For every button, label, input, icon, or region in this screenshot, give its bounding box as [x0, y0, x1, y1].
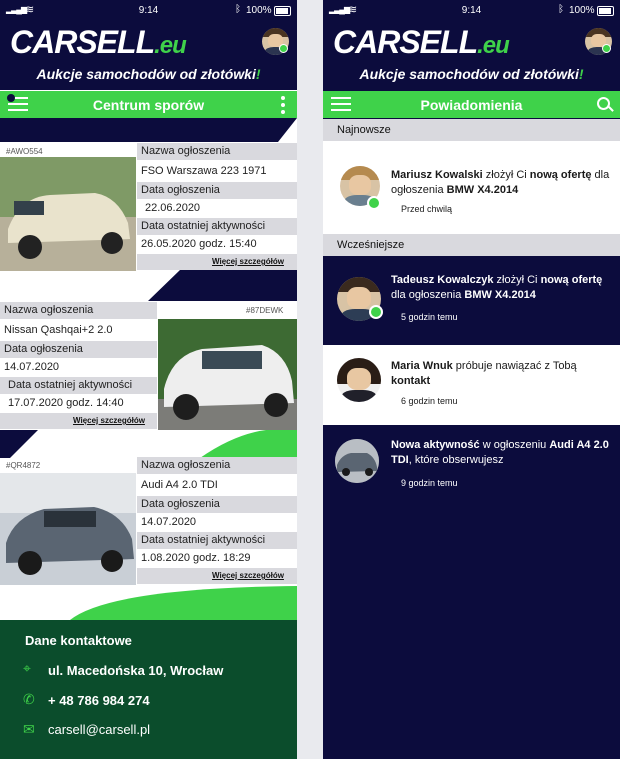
- vintage-car-photo: [0, 157, 136, 271]
- notif-action: kontakt: [391, 375, 431, 387]
- name-value: FSO Warszawa 223 1971: [137, 161, 297, 181]
- online-status-icon: [602, 44, 611, 53]
- online-status-icon: [279, 44, 288, 53]
- notif-text: dla ogłoszenia: [391, 289, 465, 301]
- notif-text: złożył Ci: [482, 169, 530, 181]
- date-value: 22.06.2020: [141, 200, 297, 217]
- phone-icon: ✆: [23, 691, 35, 707]
- name-label: Nazwa ogłoszenia: [137, 143, 297, 160]
- listing-card[interactable]: #QR4872 Nazwa ogłoszenia Audi A4 2.0 TDI…: [0, 457, 297, 585]
- status-bar: ▂▃▄▆ ≋ 9:14 ᛒ 100%: [0, 0, 297, 22]
- notif-action: nową ofertę: [540, 274, 603, 286]
- section-header-newest: Najnowsze: [323, 119, 620, 141]
- contact-section: Dane kontaktowe ⌖ ul. Macedońska 10, Wro…: [0, 620, 297, 759]
- sender-avatar: [337, 358, 381, 402]
- status-bar: ▂▃▄▆ ≋ 9:14 ᛒ 100%: [323, 0, 620, 22]
- more-details-link[interactable]: Więcej szczegółów: [73, 416, 145, 425]
- logo-suffix-text: .eu: [477, 32, 510, 59]
- date-value: 14.07.2020: [137, 514, 297, 531]
- notif-time: Przed chwilą: [401, 204, 453, 214]
- notification-item[interactable]: Mariusz Kowalski złożył Ci nową ofertę d…: [323, 141, 620, 234]
- date-label: Data ogłoszenia: [137, 496, 297, 513]
- tagline: Aukcje samochodów od złotówki!: [0, 66, 297, 82]
- name-value: Nissan Qashqai+2 2.0: [0, 320, 157, 341]
- notif-text: złożył Ci: [493, 274, 541, 286]
- activity-label: Data ostatniej aktywności: [137, 218, 297, 235]
- logo[interactable]: CARSELL.eu: [333, 24, 510, 61]
- listing-id: #87DEWK: [246, 306, 284, 315]
- notif-listing: BMW X4.2014: [446, 184, 519, 196]
- app-header: CARSELL.eu Aukcje samochodów od złotówki…: [0, 22, 297, 90]
- listing-id: #AWO554: [6, 147, 43, 156]
- contact-phone[interactable]: + 48 786 984 274: [48, 693, 150, 708]
- title-bar: Centrum sporów: [0, 91, 297, 118]
- listing-card[interactable]: #AWO554 Nazwa ogłoszenia FSO Warszawa 22…: [0, 143, 297, 271]
- bluetooth-icon: ᛒ: [558, 4, 564, 15]
- date-value: 14.07.2020: [0, 359, 157, 376]
- notification-item[interactable]: Maria Wnuk próbuje nawiązać z Tobą konta…: [323, 345, 620, 425]
- notif-action: nową ofertę: [529, 169, 592, 181]
- tagline-text: Aukcje samochodów od złotówki: [36, 66, 256, 82]
- listing-card[interactable]: Nazwa ogłoszenia #87DEWK Nissan Qashqai+…: [0, 302, 297, 430]
- contact-email[interactable]: carsell@carsell.pl: [48, 722, 150, 737]
- activity-value: 17.07.2020 godz. 14:40: [0, 395, 157, 412]
- notif-text: , które obserwujesz: [408, 454, 504, 466]
- online-status-icon: [367, 196, 381, 210]
- notif-sender: Tadeusz Kowalczyk: [391, 274, 494, 286]
- car-thumbnail: [335, 439, 379, 483]
- name-label: Nazwa ogłoszenia: [0, 302, 157, 319]
- name-value: Audi A4 2.0 TDI: [137, 475, 297, 495]
- title-bar: Powiadomienia: [323, 91, 620, 118]
- battery-icon: [597, 6, 614, 16]
- app-header: CARSELL.eu Aukcje samochodów od złotówki…: [323, 22, 620, 90]
- tagline-text: Aukcje samochodów od złotówki: [359, 66, 579, 82]
- notif-time: 5 godzin temu: [401, 312, 458, 322]
- battery-percent: 100%: [246, 5, 272, 16]
- more-details-link[interactable]: Więcej szczegółów: [212, 257, 284, 266]
- activity-label: Data ostatniej aktywności: [137, 532, 297, 549]
- page-title: Powiadomienia: [420, 97, 523, 113]
- suv-car-photo: [158, 319, 297, 430]
- date-label: Data ogłoszenia: [137, 182, 297, 199]
- activity-value: 26.05.2020 godz. 15:40: [137, 236, 297, 253]
- disputes-screen: ▂▃▄▆ ≋ 9:14 ᛒ 100% CARSELL.eu Aukcje sam…: [0, 0, 297, 759]
- sedan-car-photo: [0, 473, 136, 585]
- activity-value: 1.08.2020 godz. 18:29: [137, 550, 297, 567]
- logo[interactable]: CARSELL.eu: [10, 24, 187, 61]
- battery-percent: 100%: [569, 5, 595, 16]
- notif-time: 6 godzin temu: [401, 396, 458, 406]
- tagline: Aukcje samochodów od złotówki!: [323, 66, 620, 82]
- search-icon[interactable]: [597, 97, 610, 110]
- tagline-mark: !: [578, 66, 584, 82]
- listing-id: #QR4872: [6, 461, 41, 470]
- more-options-icon[interactable]: [281, 96, 285, 114]
- notifications-screen: ▂▃▄▆ ≋ 9:14 ᛒ 100% CARSELL.eu Aukcje sam…: [323, 0, 620, 759]
- battery-icon: [274, 6, 291, 16]
- notif-listing: BMW X4.2014: [464, 289, 536, 301]
- notif-title: Nowa aktywność: [391, 439, 480, 451]
- notification-item[interactable]: Nowa aktywność w ogłoszeniu Audi A4 2.0 …: [323, 425, 620, 515]
- more-details-link[interactable]: Więcej szczegółów: [212, 571, 284, 580]
- section-header-earlier: Wcześniejsze: [323, 234, 620, 256]
- notif-sender: Mariusz Kowalski: [391, 169, 483, 181]
- contact-address[interactable]: ul. Macedońska 10, Wrocław: [48, 663, 223, 678]
- logo-main-text: CARSELL: [10, 24, 155, 60]
- page-title: Centrum sporów: [92, 97, 205, 113]
- logo-suffix-text: .eu: [154, 32, 187, 59]
- tagline-mark: !: [255, 66, 261, 82]
- notif-sender: Maria Wnuk: [391, 360, 453, 372]
- bluetooth-icon: ᛒ: [235, 4, 241, 15]
- logo-main-text: CARSELL: [333, 24, 478, 60]
- notif-text: w ogłoszeniu: [479, 439, 550, 451]
- notif-text: próbuje nawiązać z Tobą: [452, 360, 577, 372]
- email-icon: ✉: [23, 721, 35, 737]
- online-status-icon: [369, 305, 383, 319]
- activity-label: Data ostatniej aktywności: [0, 377, 157, 394]
- date-label: Data ogłoszenia: [0, 341, 157, 358]
- notification-item[interactable]: Tadeusz Kowalczyk złożył Ci nową ofertę …: [323, 258, 620, 342]
- name-label: Nazwa ogłoszenia: [137, 457, 297, 474]
- location-pin-icon: ⌖: [23, 660, 31, 676]
- contact-heading: Dane kontaktowe: [25, 633, 132, 648]
- notif-time: 9 godzin temu: [401, 478, 458, 488]
